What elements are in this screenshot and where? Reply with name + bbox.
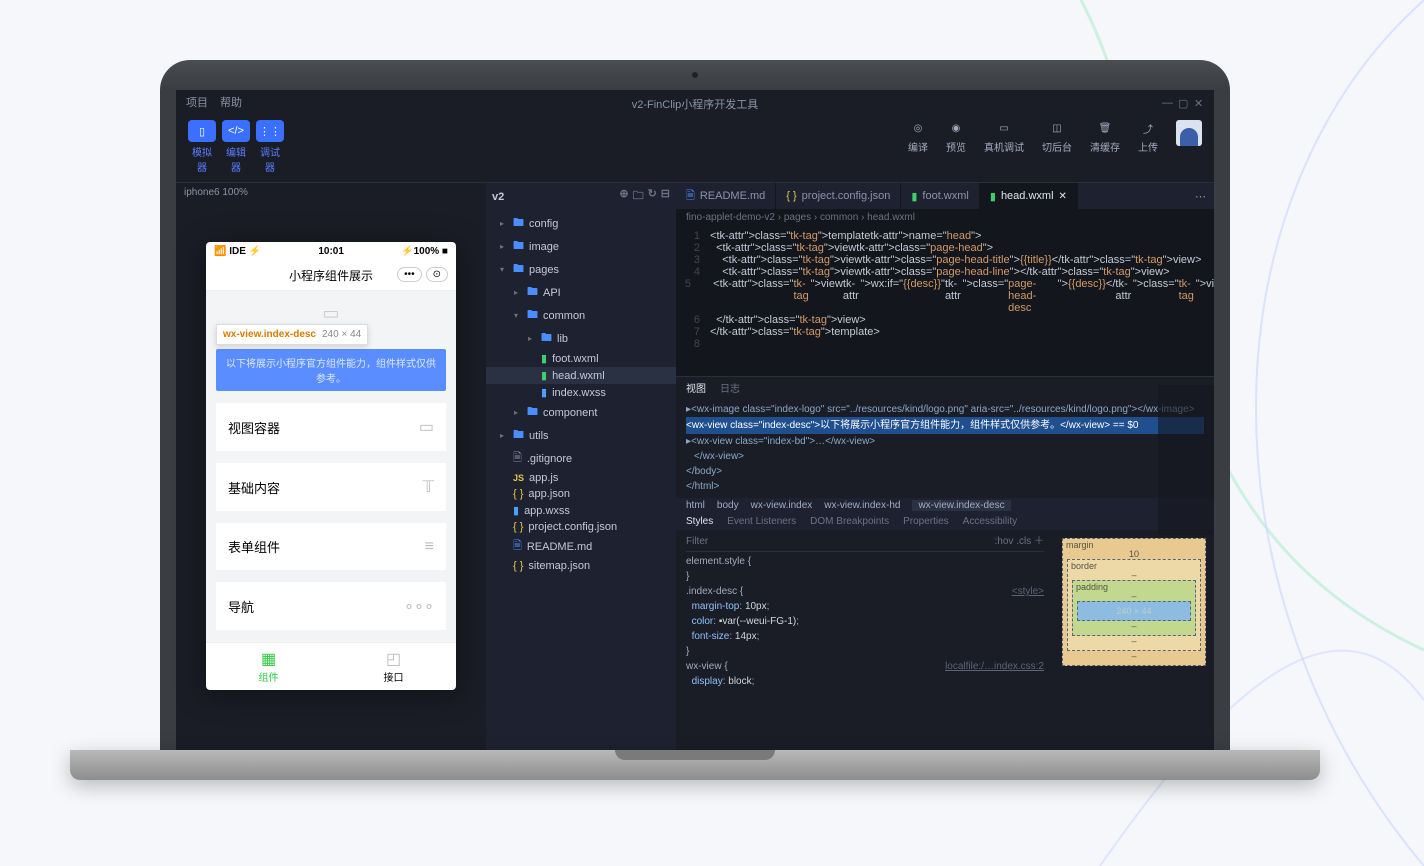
collapse-icon[interactable]: ⊟ [661, 187, 670, 206]
tab-components[interactable]: ▦组件 [206, 643, 331, 690]
styles-filter-input[interactable]: Filter [686, 534, 708, 549]
upload-button[interactable]: ⤴上传 [1138, 120, 1158, 154]
devtools-tab-view[interactable]: 视图 [686, 380, 706, 395]
tree-item[interactable]: ▸🖿utils [486, 424, 676, 447]
ide-window: 项目 帮助 — ▢ ✕ v2-FinClip小程序开发工具 ▯ </> ⋮⋮ 模… [160, 90, 1230, 750]
file-explorer: v2 ⊕ 🗀 ↻ ⊟ ▸🖿config▸🖿image▾🖿pages▸🖿API▾🖿… [486, 183, 676, 750]
refresh-icon[interactable]: ↻ [648, 187, 657, 206]
app-title: 小程序组件展示 [289, 269, 373, 283]
editor-toggle[interactable]: </> [222, 120, 250, 142]
tree-item[interactable]: 🗎README.md [486, 535, 676, 558]
tree-item[interactable]: ▸🖿component [486, 401, 676, 424]
styles-pane[interactable]: Filter:hov .cls ＋ element.style {} .inde… [676, 530, 1054, 693]
window-title: v2-FinClip小程序开发工具 [176, 96, 1214, 112]
devtools-panel: 视图 日志 ▸<wx-image class="index-logo" src=… [676, 376, 1214, 750]
capsule-menu-icon[interactable]: ••• [397, 267, 422, 282]
status-right: ⚡100% ■ [401, 246, 448, 257]
tree-item[interactable]: ▾🖿pages [486, 258, 676, 281]
simulator-device-label[interactable]: iphone6 100% [176, 183, 486, 202]
minimap[interactable] [1158, 385, 1214, 535]
capsule-close-icon[interactable]: ⊙ [426, 267, 448, 282]
tree-item[interactable]: ▮foot.wxml [486, 350, 676, 367]
dom-path-segment[interactable]: body [717, 500, 739, 511]
editor-tab[interactable]: ▮foot.wxml [901, 183, 980, 209]
devtools-tab-log[interactable]: 日志 [720, 380, 740, 395]
project-root[interactable]: v2 [492, 191, 504, 203]
component-card[interactable]: 基础内容𝕋 [216, 463, 446, 511]
tree-item[interactable]: ▮index.wxss [486, 384, 676, 401]
compile-button[interactable]: ◎编译 [908, 120, 928, 154]
styles-subtab[interactable]: DOM Breakpoints [810, 516, 889, 527]
editor-tab-bar: 🗎README.md{ }project.config.json▮foot.wx… [676, 183, 1214, 209]
tab-api[interactable]: ◰接口 [331, 643, 456, 690]
dom-path-segment[interactable]: html [686, 500, 705, 511]
editor-label: 编辑器 [222, 144, 250, 174]
box-model-content: 240 × 44 [1077, 601, 1191, 621]
inspect-tooltip: wx-view.index-desc240 × 44 [216, 324, 368, 345]
new-folder-icon[interactable]: 🗀 [633, 187, 644, 206]
dom-path[interactable]: html body wx-view.index wx-view.index-hd wx-… [676, 498, 1214, 513]
remote-debug-button[interactable]: ▭真机调试 [984, 120, 1024, 154]
close-tab-icon[interactable]: ✕ [1059, 191, 1067, 202]
debugger-label: 调试器 [256, 144, 284, 174]
dom-path-segment[interactable]: wx-view.index-desc [912, 500, 1010, 511]
tree-item[interactable]: ▸🖿config [486, 212, 676, 235]
phone-preview: 📶 IDE ⚡ 10:01 ⚡100% ■ 小程序组件展示 •••⊙ ▭ wx-… [206, 242, 456, 690]
breadcrumb[interactable]: fino-applet-demo-v2 › pages › common › h… [676, 209, 1214, 226]
component-card[interactable]: 视图容器▭ [216, 403, 446, 451]
dom-tree[interactable]: ▸<wx-image class="index-logo" src="../re… [676, 398, 1214, 498]
editor-tab[interactable]: 🗎README.md [676, 183, 776, 209]
styles-subtab[interactable]: Styles [686, 516, 713, 527]
tree-item[interactable]: 🗎.gitignore [486, 447, 676, 470]
editor-tab[interactable]: ▮head.wxml✕ [980, 183, 1078, 209]
new-file-icon[interactable]: ⊕ [619, 187, 628, 206]
tabs-overflow-icon[interactable]: ⋯ [1187, 190, 1214, 203]
toolbar: ▯ </> ⋮⋮ 模拟器 编辑器 调试器 ◎编译 ◉预览 ▭真机调试 ◫切后台 … [176, 114, 1214, 182]
styles-subtab[interactable]: Properties [903, 516, 949, 527]
status-left: 📶 IDE ⚡ [214, 246, 261, 257]
code-editor-panel: 🗎README.md{ }project.config.json▮foot.wx… [676, 183, 1214, 750]
tree-item[interactable]: { }app.json [486, 486, 676, 502]
avatar[interactable] [1176, 120, 1202, 146]
code-editor[interactable]: 1<tk-attr">class="tk-tag">template tk-at… [676, 226, 1214, 376]
tree-item[interactable]: ▮app.wxss [486, 502, 676, 519]
tree-item[interactable]: ▸🖿image [486, 235, 676, 258]
status-time: 10:01 [318, 246, 344, 257]
clear-cache-button[interactable]: 🗑清缓存 [1090, 120, 1120, 154]
component-card[interactable]: 导航∘∘∘ [216, 582, 446, 630]
simulator-panel: iphone6 100% 📶 IDE ⚡ 10:01 ⚡100% ■ 小程序组件… [176, 183, 486, 750]
dom-path-segment[interactable]: wx-view.index [751, 500, 813, 511]
highlighted-element[interactable]: 以下将展示小程序官方组件能力，组件样式仅供参考。 [216, 349, 446, 391]
tree-item[interactable]: ▸🖿lib [486, 327, 676, 350]
styles-subtab[interactable]: Accessibility [963, 516, 1017, 527]
background-button[interactable]: ◫切后台 [1042, 120, 1072, 154]
tree-item[interactable]: ▸🖿API [486, 281, 676, 304]
tree-item[interactable]: { }project.config.json [486, 519, 676, 535]
simulator-toggle[interactable]: ▯ [188, 120, 216, 142]
box-model: margin10 border– padding– 240 × 44 – – – [1054, 530, 1214, 693]
editor-tab[interactable]: { }project.config.json [776, 183, 901, 209]
component-card[interactable]: 表单组件≡ [216, 523, 446, 570]
tree-item[interactable]: ▾🖿common [486, 304, 676, 327]
styles-subtab[interactable]: Event Listeners [727, 516, 796, 527]
preview-button[interactable]: ◉预览 [946, 120, 966, 154]
styles-toggles[interactable]: :hov .cls ＋ [995, 534, 1044, 549]
tree-item[interactable]: { }sitemap.json [486, 558, 676, 574]
debugger-toggle[interactable]: ⋮⋮ [256, 120, 284, 142]
dom-path-segment[interactable]: wx-view.index-hd [824, 500, 900, 511]
laptop-mockup: 项目 帮助 — ▢ ✕ v2-FinClip小程序开发工具 ▯ </> ⋮⋮ 模… [160, 60, 1230, 780]
tree-item[interactable]: JSapp.js [486, 470, 676, 486]
simulator-label: 模拟器 [188, 144, 216, 174]
dom-selected-node[interactable]: <wx-view class="index-desc">以下将展示小程序官方组件… [686, 417, 1204, 434]
tree-item[interactable]: ▮head.wxml [486, 367, 676, 384]
